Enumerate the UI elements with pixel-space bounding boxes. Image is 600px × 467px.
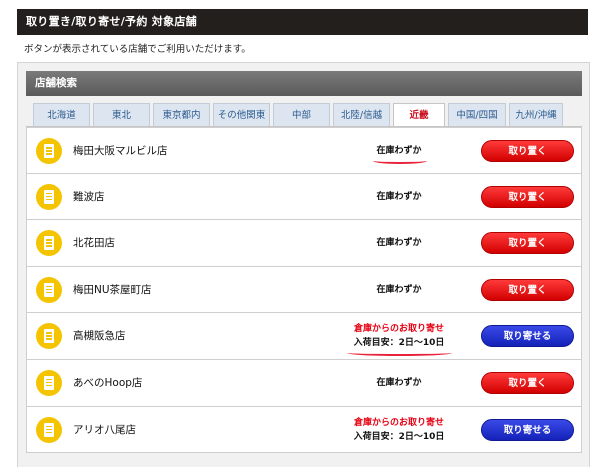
store-building-icon — [36, 416, 62, 443]
stock-status: 在庫わずか — [329, 267, 469, 313]
reserve-button[interactable]: 取り置く — [481, 278, 574, 301]
tab-region[interactable]: 中国/四国 — [448, 103, 506, 127]
tab-region[interactable]: 九州/沖縄 — [509, 103, 563, 127]
order-button[interactable]: 取り寄せる — [481, 418, 574, 441]
tab-region[interactable]: 近畿 — [393, 103, 445, 128]
store-row: 北花田店 在庫わずか 取り置く — [26, 220, 582, 267]
order-button[interactable]: 取り寄せる — [481, 325, 574, 348]
store-list: 梅田大阪マルビル店 在庫わずか 取り置く 難波店 在庫わずか 取り置く 北花田店 在庫わずか取… — [26, 127, 582, 454]
panel-title: 店舗検索 — [26, 71, 582, 96]
stock-status: 倉庫からのお取り寄せ 入荷目安：2日～10日 — [329, 407, 469, 453]
store-building-icon — [36, 323, 62, 350]
page-subtitle: ボタンが表示されている店舗でご利用いただけます。 — [24, 44, 251, 55]
store-name: 高槻阪急店 — [73, 330, 126, 343]
reserve-button[interactable]: 取り置く — [481, 140, 574, 162]
annotation-underline — [373, 158, 427, 164]
store-name: 梅田NU茶屋町店 — [73, 283, 152, 296]
store-row: アリオ八尾店 倉庫からのお取り寄せ 入荷目安：2日～10日 取り寄せる — [26, 406, 582, 454]
tab-region[interactable]: 北陸/信越 — [333, 103, 390, 127]
reserve-button[interactable]: 取り置く — [481, 232, 574, 255]
stock-status-line2: 入荷目安：2日～10日 — [353, 338, 445, 349]
store-name: 梅田大阪マルビル店 — [73, 145, 168, 157]
stock-status-line1: 在庫わずか — [376, 238, 422, 249]
stock-status-line2: 入荷目安：2日～10日 — [353, 431, 445, 442]
store-building-icon — [36, 138, 62, 164]
stock-status-line1: 在庫わずか — [376, 191, 422, 202]
page-header: 取り置き/取り寄せ/予約 対象店舗 — [17, 9, 588, 35]
stock-status: 在庫わずか — [329, 360, 469, 406]
store-row: 難波店 在庫わずか 取り置く — [26, 173, 582, 221]
store-building-icon — [36, 183, 62, 210]
stock-status-line1: 倉庫からのお取り寄せ — [353, 417, 444, 428]
stock-status-line1: 在庫わずか — [376, 377, 422, 388]
store-name: あべのHoop店 — [73, 376, 143, 389]
stock-status-line1: 倉庫からのお取り寄せ — [353, 324, 444, 335]
region-tabs: 北海道 東北 東京都内 その他関東 中部 北陸/信越 近畿 中国/四国 九州/沖縄 — [33, 103, 566, 128]
store-building-icon — [36, 276, 62, 303]
store-name: 北花田店 — [73, 237, 115, 250]
store-row: 梅田大阪マルビル店 在庫わずか 取り置く — [26, 127, 582, 174]
store-row: 高槻阪急店 倉庫からのお取り寄せ 入荷目安：2日～10日 取り寄せる — [26, 313, 582, 360]
store-row: あべのHoop店 在庫わずか 取り置く — [26, 359, 582, 407]
tab-region[interactable]: 東京都内 — [153, 103, 210, 127]
tab-region[interactable]: 東北 — [93, 103, 150, 127]
tab-region[interactable]: 北海道 — [33, 103, 90, 127]
store-building-icon — [36, 230, 62, 257]
store-search-panel: 店舗検索 北海道 東北 東京都内 その他関東 中部 北陸/信越 近畿 中国/四国 九州/沖縄 梅… — [17, 62, 590, 467]
stock-status: 在庫わずか — [329, 128, 469, 174]
tab-region[interactable]: 中部 — [273, 103, 330, 127]
reserve-button[interactable]: 取り置く — [481, 185, 574, 208]
tab-region[interactable]: その他関東 — [213, 103, 270, 127]
stock-status: 在庫わずか — [329, 220, 469, 266]
stock-status: 在庫わずか — [329, 174, 469, 220]
stock-status-line1: 在庫わずか — [376, 146, 422, 156]
store-building-icon — [36, 369, 62, 396]
stock-status-line1: 在庫わずか — [376, 284, 422, 295]
store-name: 難波店 — [73, 190, 105, 203]
reserve-button[interactable]: 取り置く — [481, 371, 574, 394]
store-name: アリオ八尾店 — [73, 423, 136, 436]
store-row: 梅田NU茶屋町店 在庫わずか 取り置く — [26, 266, 582, 314]
